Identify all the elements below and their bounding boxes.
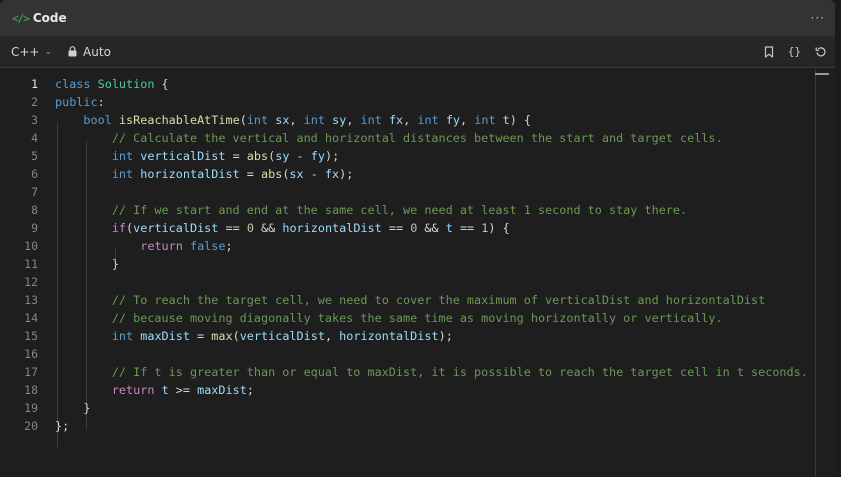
panel-title: </> Code: [12, 11, 67, 25]
code-line: 16: [0, 345, 820, 363]
code-text: // Calculate the vertical and horizontal…: [55, 131, 723, 145]
code-line: 6 int horizontalDist = abs(sx - fx);: [0, 165, 820, 183]
code-panel: </> Code ··· C++ ⌄ Auto {} 1 class Solut…: [0, 0, 835, 477]
line-number: 5: [31, 149, 38, 163]
code-text: };: [55, 419, 70, 433]
code-line: 11 }: [0, 255, 820, 273]
code-text: bool isReachableAtTime(int sx, int sy, i…: [83, 113, 532, 127]
line-number: 3: [31, 113, 38, 127]
line-number: 15: [24, 329, 38, 343]
chevron-down-icon: ⌄: [44, 46, 53, 57]
code-line: 12: [0, 273, 820, 291]
line-number: 12: [24, 275, 38, 289]
code-icon: </>: [12, 11, 30, 25]
line-number: 7: [31, 185, 38, 199]
code-text: }: [55, 401, 91, 415]
scrollbar-thumb[interactable]: [815, 73, 829, 75]
code-line: 18 return t >= maxDist;: [0, 381, 820, 399]
lock-icon: [68, 46, 77, 57]
code-line: 20};: [0, 417, 820, 435]
code-line: 8 // If we start and end at the same cel…: [0, 201, 820, 219]
line-number: 19: [24, 401, 38, 415]
bookmark-icon[interactable]: [764, 45, 774, 58]
code-line: 4 // Calculate the vertical and horizont…: [0, 129, 820, 147]
line-number: 10: [24, 239, 38, 253]
line-number: 13: [24, 293, 38, 307]
line-number: 18: [24, 383, 38, 397]
code-text: class Solution {: [55, 77, 169, 91]
code-text: return false;: [140, 239, 233, 253]
code-text: return t >= maxDist;: [111, 383, 254, 397]
panel-titlebar: </> Code ···: [0, 0, 835, 36]
line-number: 17: [24, 365, 38, 379]
line-number: 14: [24, 311, 38, 325]
language-selector[interactable]: C++ ⌄: [11, 45, 52, 59]
code-line: 19 }: [0, 399, 820, 417]
line-number: 11: [24, 257, 38, 271]
line-number: 4: [31, 131, 38, 145]
vertical-scrollbar[interactable]: [815, 69, 829, 477]
code-line: 9 if(verticalDist == 0 && horizontalDist…: [0, 219, 820, 237]
braces-icon[interactable]: {}: [788, 45, 801, 58]
code-editor[interactable]: 1 class Solution { 2 public: 3 bool isReac…: [0, 69, 835, 477]
code-text: }: [55, 257, 119, 271]
more-options-icon[interactable]: ···: [811, 11, 825, 25]
auto-label: Auto: [83, 44, 111, 59]
panel-title-text: Code: [32, 11, 67, 25]
line-number: 8: [31, 203, 38, 217]
line-number: 2: [31, 95, 38, 109]
line-number: 9: [31, 221, 38, 235]
editor-toolbar: C++ ⌄ Auto {}: [0, 36, 835, 68]
line-number: 1: [31, 77, 38, 91]
code-line: 10 return false;: [0, 237, 820, 255]
code-line: 3 bool isReachableAtTime(int sx, int sy,…: [0, 111, 820, 129]
line-number: 16: [24, 347, 38, 361]
code-line: 5 int verticalDist = abs(sy - fy);: [0, 147, 820, 165]
code-line: 1 class Solution {: [0, 75, 820, 93]
code-text: int verticalDist = abs(sy - fy);: [111, 149, 340, 163]
code-line: 14 // because moving diagonally takes th…: [0, 309, 820, 327]
code-text: // because moving diagonally takes the s…: [55, 311, 723, 325]
code-text: int maxDist = max(verticalDist, horizont…: [111, 329, 453, 343]
code-line: 7: [0, 183, 820, 201]
line-number: 20: [24, 419, 38, 433]
line-number: 6: [31, 167, 38, 181]
code-text: // If t is greater than or equal to maxD…: [55, 365, 808, 379]
code-text: // If we start and end at the same cell,…: [55, 203, 688, 217]
code-line: 17 // If t is greater than or equal to m…: [0, 363, 820, 381]
code-text: if(verticalDist == 0 && horizontalDist =…: [111, 221, 510, 235]
code-text: public:: [55, 95, 105, 109]
code-line: 15 int maxDist = max(verticalDist, horiz…: [0, 327, 820, 345]
auto-mode-toggle[interactable]: Auto: [68, 45, 111, 59]
code-text: // To reach the target cell, we need to …: [55, 293, 766, 307]
code-line: 2 public:: [0, 93, 820, 111]
code-text: int horizontalDist = abs(sx - fx);: [111, 167, 354, 181]
reset-icon[interactable]: [815, 46, 827, 58]
language-label: C++: [11, 44, 40, 59]
code-line: 13 // To reach the target cell, we need …: [0, 291, 820, 309]
